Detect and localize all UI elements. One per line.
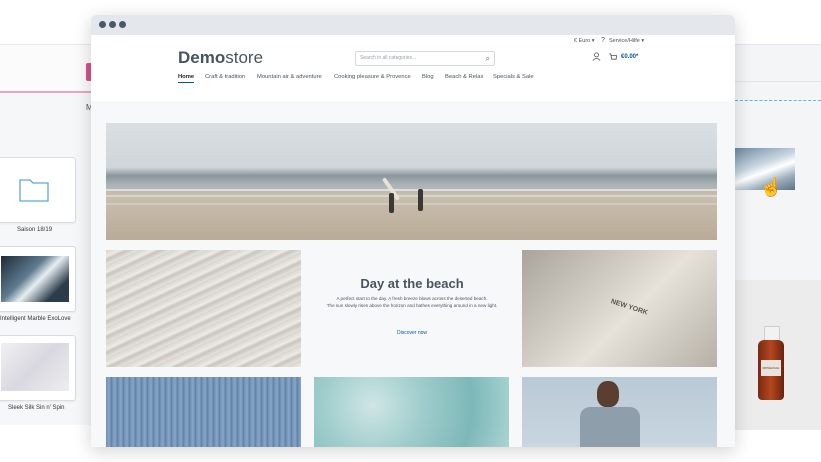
nav-beach-relax[interactable]: Beach & Relax bbox=[445, 74, 483, 80]
discover-now-link[interactable]: Discover now bbox=[313, 330, 511, 336]
page-content: Day at the beach A perfect start to the … bbox=[91, 101, 735, 447]
help-circle-icon: ? bbox=[601, 37, 605, 44]
folder-icon bbox=[19, 179, 49, 202]
account-icon[interactable] bbox=[592, 52, 601, 63]
nav-craft-tradition[interactable]: Craft & tradition bbox=[205, 74, 245, 80]
tote-bag-image[interactable]: NEW YORK bbox=[522, 250, 717, 367]
surfer-figure bbox=[418, 189, 423, 211]
marble-product-image bbox=[1, 256, 69, 302]
beach-hero-image[interactable] bbox=[106, 123, 717, 240]
nav-mountain-air-adventure[interactable]: Mountain air & adventure bbox=[257, 74, 322, 80]
essential-oil-bottle: PATCHOULI bbox=[758, 326, 784, 400]
woman-head bbox=[597, 381, 619, 407]
divider bbox=[735, 81, 821, 82]
teaser-text-block: Day at the beach A perfect start to the … bbox=[313, 250, 511, 367]
card-label: Intelligent Marble ExoLove bbox=[0, 316, 71, 322]
woman-with-scarf-image[interactable] bbox=[522, 377, 717, 447]
browser-window: Demostore € Euro ▾ ? Service/Hilfe ▾ Sea… bbox=[91, 15, 735, 447]
nav-cooking-provence[interactable]: Cooking pleasure & Provence bbox=[334, 74, 411, 80]
cart-icon[interactable] bbox=[608, 52, 618, 63]
surfer-figure bbox=[389, 193, 394, 213]
service-menu[interactable]: Service/Hilfe ▾ bbox=[609, 38, 644, 44]
bag-print-text: NEW YORK bbox=[609, 298, 649, 317]
product-card[interactable] bbox=[0, 246, 76, 312]
window-dot-icon[interactable] bbox=[119, 21, 126, 28]
search-box[interactable]: Search in all categories... ⌕ bbox=[355, 51, 495, 66]
nav-specials-sale[interactable]: Specials & Sale bbox=[493, 74, 534, 80]
hand-cursor-icon: ☝ bbox=[760, 177, 783, 197]
window-titlebar bbox=[91, 15, 735, 35]
wave-line bbox=[106, 195, 717, 197]
wave-line bbox=[106, 203, 717, 205]
background-left-header bbox=[0, 45, 92, 93]
sand-dunes-image[interactable] bbox=[106, 250, 301, 367]
search-icon[interactable]: ⌕ bbox=[486, 54, 490, 64]
folder-card[interactable] bbox=[0, 157, 76, 223]
teaser-description: A perfect start to the day. A fresh bree… bbox=[323, 295, 501, 309]
cart-total[interactable]: €0.00* bbox=[621, 54, 638, 60]
knit-fabric-image[interactable] bbox=[106, 377, 301, 447]
bottle-label: PATCHOULI bbox=[761, 360, 781, 376]
silk-product-image bbox=[1, 343, 69, 391]
card-label: Saison 18/19 bbox=[17, 227, 53, 233]
logo-light-text: store bbox=[225, 48, 264, 67]
product-card[interactable] bbox=[0, 335, 76, 401]
teaser-title: Day at the beach bbox=[360, 276, 464, 291]
woman-scarf bbox=[580, 407, 640, 447]
nav-home[interactable]: Home bbox=[178, 74, 195, 83]
nav-blog[interactable]: Blog bbox=[422, 74, 434, 80]
window-dot-icon[interactable] bbox=[109, 21, 116, 28]
water-surface-image[interactable] bbox=[314, 377, 509, 447]
teaser-description-line: A perfect start to the day. A fresh bree… bbox=[336, 296, 488, 301]
card-label: Sleek Silk Sin n' Spin bbox=[8, 405, 65, 411]
teaser-description-line: The sun slowly rises above the horizon a… bbox=[326, 303, 498, 308]
wave-line bbox=[106, 189, 717, 191]
currency-selector[interactable]: € Euro ▾ bbox=[574, 38, 595, 44]
window-dot-icon[interactable] bbox=[99, 21, 106, 28]
logo-bold-text: Demo bbox=[178, 48, 226, 67]
store-logo[interactable]: Demostore bbox=[178, 48, 263, 68]
search-placeholder: Search in all categories... bbox=[360, 55, 417, 61]
drop-guide-line bbox=[735, 100, 821, 101]
